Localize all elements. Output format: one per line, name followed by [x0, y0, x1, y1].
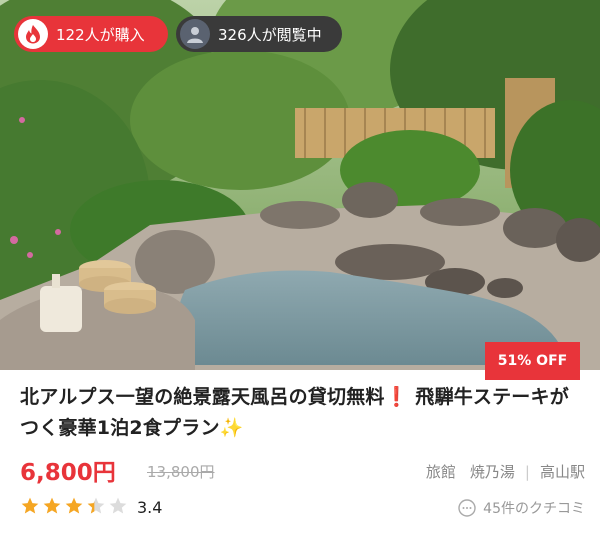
listing-title[interactable]: 北アルプス一望の絶景露天風呂の貸切無料❗ 飛騨牛ステーキがつく豪華1泊2食プラン… — [20, 382, 585, 444]
buyers-count: 122人が購入 — [56, 25, 145, 44]
fire-icon — [18, 19, 48, 49]
sparkle-icon: ✨ — [219, 417, 244, 439]
star-rating — [20, 496, 130, 516]
divider: | — [524, 462, 530, 481]
price-row: 6,800円 13,800円 旅館 焼乃湯 | 高山駅 — [20, 453, 585, 487]
location-info: 旅館 焼乃湯 | 高山駅 — [426, 461, 585, 482]
review-count: 45件のクチコミ — [483, 501, 585, 517]
nearest-station: 高山駅 — [539, 463, 585, 481]
accommodation-type: 旅館 — [425, 463, 456, 481]
property-name: 焼乃湯 — [469, 463, 515, 481]
star-full-icon — [43, 497, 61, 514]
star-full-icon — [65, 497, 83, 514]
user-avatar-icon — [180, 19, 210, 49]
title-part-1: 北アルプス一望の絶景露天風呂の貸切無料 — [20, 386, 385, 408]
star-partial-icon — [87, 497, 105, 514]
star-full-icon — [21, 497, 39, 514]
current-price: 6,800円 — [20, 460, 116, 486]
listing-card[interactable]: 122人が購入 326人が閲覧中 51% OFF 北アルプス一望の絶景露天風呂の… — [0, 0, 600, 547]
original-price: 13,800円 — [147, 463, 215, 481]
reviews-link[interactable]: 45件のクチコミ — [457, 498, 585, 518]
rating-value: 3.4 — [137, 498, 163, 517]
exclamation-icon: ❗ — [384, 386, 409, 408]
star-empty-icon — [109, 497, 127, 514]
rating-row: 3.4 45件のクチコミ — [20, 494, 585, 522]
discount-badge: 51% OFF — [485, 342, 580, 380]
speech-bubble-icon — [458, 499, 476, 517]
hot-spring-photo[interactable]: 122人が購入 326人が閲覧中 — [0, 0, 600, 370]
buyers-badge: 122人が購入 — [14, 16, 168, 52]
viewers-badge: 326人が閲覧中 — [176, 16, 342, 52]
viewers-count: 326人が閲覧中 — [218, 25, 322, 44]
